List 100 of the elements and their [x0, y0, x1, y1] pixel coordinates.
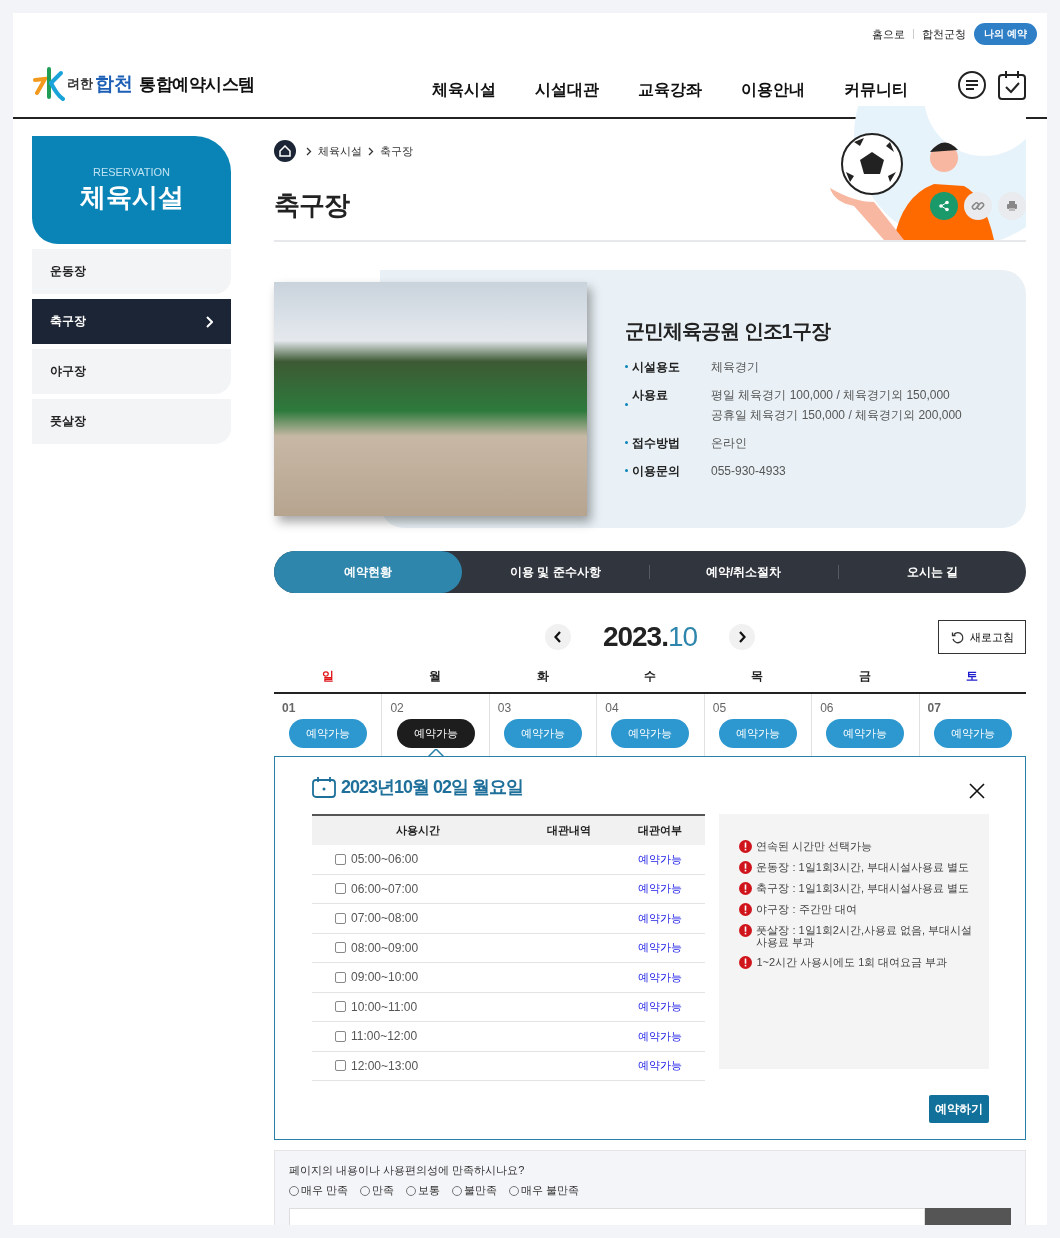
detail-label: 사용료 — [632, 386, 668, 404]
notice-text: 운동장 : 1일1회3시간, 부대시설사용료 별도 — [756, 861, 970, 874]
weekday-label: 화 — [535, 668, 550, 685]
bullet-dot — [625, 441, 628, 444]
survey-radio-option[interactable]: 만족 — [360, 1183, 395, 1198]
breadcrumb-link[interactable]: 축구장 — [380, 143, 413, 159]
util-link[interactable]: 합천군청 — [922, 26, 967, 42]
bullet-dot — [625, 403, 628, 406]
time-slot-checkbox[interactable]: 11:00~12:00 — [313, 1029, 523, 1044]
sidebar-item[interactable]: 축구장 — [32, 299, 231, 344]
nav-link[interactable]: 체육시설 — [412, 80, 515, 101]
day-number: 07 — [927, 701, 941, 715]
home-button[interactable] — [274, 140, 296, 162]
availability-status: 예약가능 — [614, 962, 706, 992]
util-link[interactable]: 홈으로 — [872, 26, 906, 42]
tab[interactable]: 예약/취소절차 — [650, 551, 838, 593]
home-icon — [279, 145, 291, 157]
detail-value: 온라인 — [711, 434, 747, 452]
time-slot-checkbox[interactable]: 05:00~06:00 — [313, 852, 523, 867]
detail-value: 평일 체육경기 100,000 / 체육경기외 150,000 — [711, 386, 951, 404]
day-number: 05 — [712, 701, 727, 715]
sidebar-item[interactable]: 운동장 — [32, 249, 231, 294]
notice-text: 축구장 : 1일1회3시간, 부대시설사용료 별도 — [756, 882, 970, 895]
reserve-button[interactable]: 예약하기 — [929, 1095, 989, 1123]
nav-link[interactable]: 시설대관 — [515, 80, 618, 101]
day-number: 06 — [820, 701, 834, 715]
availability-status: 예약가능 — [614, 933, 706, 963]
time-slot-checkbox[interactable]: 10:00~11:00 — [313, 999, 523, 1014]
chevron-right-icon — [306, 146, 312, 156]
facility-name: 군민체육공원 인조1구장 — [625, 318, 832, 344]
notice-text: 야구장 : 주간만 대여 — [756, 903, 857, 916]
nav-link[interactable]: 교육강좌 — [618, 80, 721, 101]
close-icon — [969, 783, 985, 799]
day-number: 03 — [497, 701, 512, 715]
printer-icon — [1006, 200, 1018, 212]
refresh-icon — [950, 630, 964, 644]
survey-radio-option[interactable]: 매우 만족 — [289, 1183, 349, 1198]
bullet-dot — [625, 469, 628, 472]
detail-label: 접수방법 — [632, 434, 680, 452]
nav-link[interactable]: 커뮤니티 — [824, 80, 927, 101]
link-icon — [971, 199, 985, 213]
availability-status: 예약가능 — [614, 1021, 706, 1051]
time-slot-checkbox[interactable]: 08:00~09:00 — [313, 940, 523, 955]
tab[interactable]: 예약현황 — [274, 551, 462, 593]
weekday-label: 월 — [428, 668, 443, 685]
availability-status: 예약가능 — [614, 903, 706, 933]
logo-tagline: 려한 — [67, 75, 93, 93]
share-icon — [938, 200, 950, 212]
day-number: 01 — [282, 701, 296, 715]
sidebar-item[interactable]: 야구장 — [32, 349, 231, 394]
availability-button[interactable]: 예약가능 — [396, 719, 475, 748]
notice-text: 1~2시간 사용시에도 1회 대여요금 부과 — [756, 956, 948, 969]
chevron-right-icon — [368, 146, 374, 156]
page-title: 축구장 — [274, 189, 349, 222]
survey-radio-option[interactable]: 보통 — [406, 1183, 441, 1198]
survey-radio-option[interactable]: 매우 불만족 — [509, 1183, 580, 1198]
alert-icon — [739, 840, 753, 853]
time-slot-checkbox[interactable]: 09:00~10:00 — [313, 970, 523, 985]
day-number: 02 — [390, 701, 404, 715]
detail-value: 체육경기 — [711, 358, 759, 376]
survey-question: 페이지의 내용이나 사용편의성에 만족하시나요? — [289, 1163, 526, 1178]
alert-icon — [739, 882, 753, 895]
alert-icon — [739, 861, 753, 874]
chevron-right-icon — [205, 315, 213, 328]
tab[interactable]: 이용 및 준수사항 — [461, 551, 649, 593]
breadcrumb-link[interactable]: 체육시설 — [318, 143, 362, 159]
weekday-label: 수 — [643, 668, 657, 685]
time-slot-checkbox[interactable]: 07:00~08:00 — [313, 911, 523, 926]
menu-icon[interactable] — [957, 70, 987, 100]
survey-radio-option[interactable]: 불만족 — [452, 1183, 498, 1198]
notice-text: 연속된 시간만 선택가능 — [756, 840, 873, 853]
weekday-label: 목 — [750, 668, 765, 685]
notice-text: 풋살장 : 1일1회2시간,사용료 없음, 부대시설 사용료 부과 — [756, 924, 973, 948]
logo-system-name: 통합예약시스템 — [139, 73, 255, 96]
calendar-check-icon[interactable] — [997, 69, 1027, 101]
next-month-button[interactable] — [729, 624, 756, 650]
detail-label: 이용문의 — [632, 462, 680, 480]
chevron-right-icon — [738, 631, 747, 643]
selected-date-title: 2023년10월 02일 월요일 — [341, 776, 524, 799]
column-header: 사용시간 — [312, 815, 524, 845]
calendar-icon — [312, 776, 336, 798]
bullet-dot — [625, 365, 628, 368]
logo-city-name: 합천 — [95, 72, 133, 96]
weekday-label: 금 — [857, 668, 872, 685]
day-number: 04 — [605, 701, 619, 715]
detail-value: 055-930-4933 — [711, 462, 786, 480]
sidebar-item[interactable]: 풋살장 — [32, 399, 231, 444]
time-slot-checkbox[interactable]: 12:00~13:00 — [313, 1058, 523, 1073]
weekday-label: 토 — [965, 668, 980, 685]
sidebar-title: 체육시설 — [79, 180, 184, 214]
alert-icon — [739, 903, 753, 916]
my-reservation-badge[interactable]: 나의 예약 — [974, 23, 1037, 45]
refresh-button[interactable]: 새로고침 — [938, 620, 1026, 654]
detail-label: 시설용도 — [632, 358, 680, 376]
nav-link[interactable]: 이용안내 — [721, 80, 824, 101]
alert-icon — [739, 956, 753, 969]
tab[interactable]: 오시는 길 — [838, 551, 1026, 593]
chevron-left-icon — [553, 631, 562, 643]
previous-month-button[interactable] — [544, 624, 571, 650]
time-slot-checkbox[interactable]: 06:00~07:00 — [313, 881, 523, 896]
